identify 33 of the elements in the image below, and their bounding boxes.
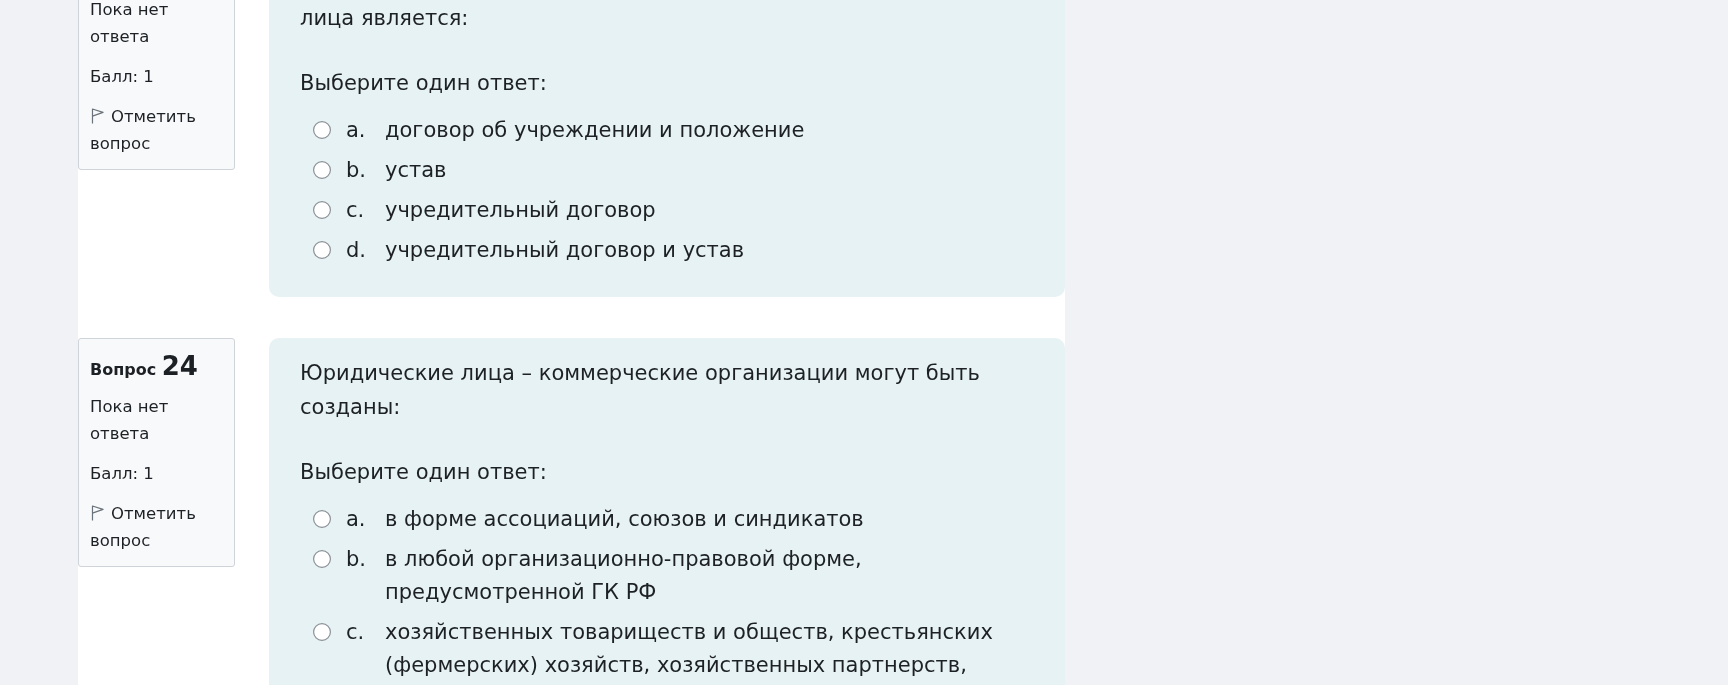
answer-label[interactable]: в форме ассоциаций, союзов и синдикатов <box>385 503 1034 536</box>
option-letter: b. <box>346 546 367 573</box>
answer-label[interactable]: договор об учреждении и положение <box>385 114 1034 147</box>
radio-button[interactable] <box>313 241 331 259</box>
answer-prompt: Выберите один ответ: <box>300 459 548 486</box>
answer-prompt: Выберите один ответ: <box>300 70 548 97</box>
answer-status: Пока нет ответа <box>90 0 170 48</box>
radio-button[interactable] <box>313 510 331 528</box>
flag-question-link[interactable]: Отметить вопрос <box>90 500 224 554</box>
radio-button[interactable] <box>313 161 331 179</box>
option-letter: c. <box>346 197 366 224</box>
answer-label[interactable]: хозяйственных товариществ и обществ, крестьянских (фермерских) хозяйств, хозяйственных партнерств, <box>385 616 1034 682</box>
question-grade: Балл: 1 <box>90 66 155 88</box>
question-text: лица является: <box>300 5 470 32</box>
radio-button[interactable] <box>313 121 331 139</box>
option-letter: a. <box>346 506 367 533</box>
option-letter: b. <box>346 157 367 184</box>
question-number: Вопрос 24 <box>90 351 199 383</box>
answer-status: Пока нет ответа <box>90 396 170 445</box>
flag-question-link[interactable]: Отметить вопрос <box>90 103 224 157</box>
flag-icon <box>91 108 104 124</box>
radio-button[interactable] <box>313 623 331 641</box>
option-letter: d. <box>346 237 367 264</box>
question-grade: Балл: 1 <box>90 463 155 485</box>
answer-label[interactable]: учредительный договор <box>385 194 1034 227</box>
question-text: Юридические лица – коммерческие организации могут быть созданы: <box>300 360 981 421</box>
option-letter: a. <box>346 117 367 144</box>
flag-icon <box>91 505 104 521</box>
radio-button[interactable] <box>313 201 331 219</box>
option-letter: c. <box>346 619 366 646</box>
answer-label[interactable]: устав <box>385 154 1034 187</box>
answer-label[interactable]: учредительный договор и устав <box>385 234 1034 267</box>
radio-button[interactable] <box>313 550 331 568</box>
